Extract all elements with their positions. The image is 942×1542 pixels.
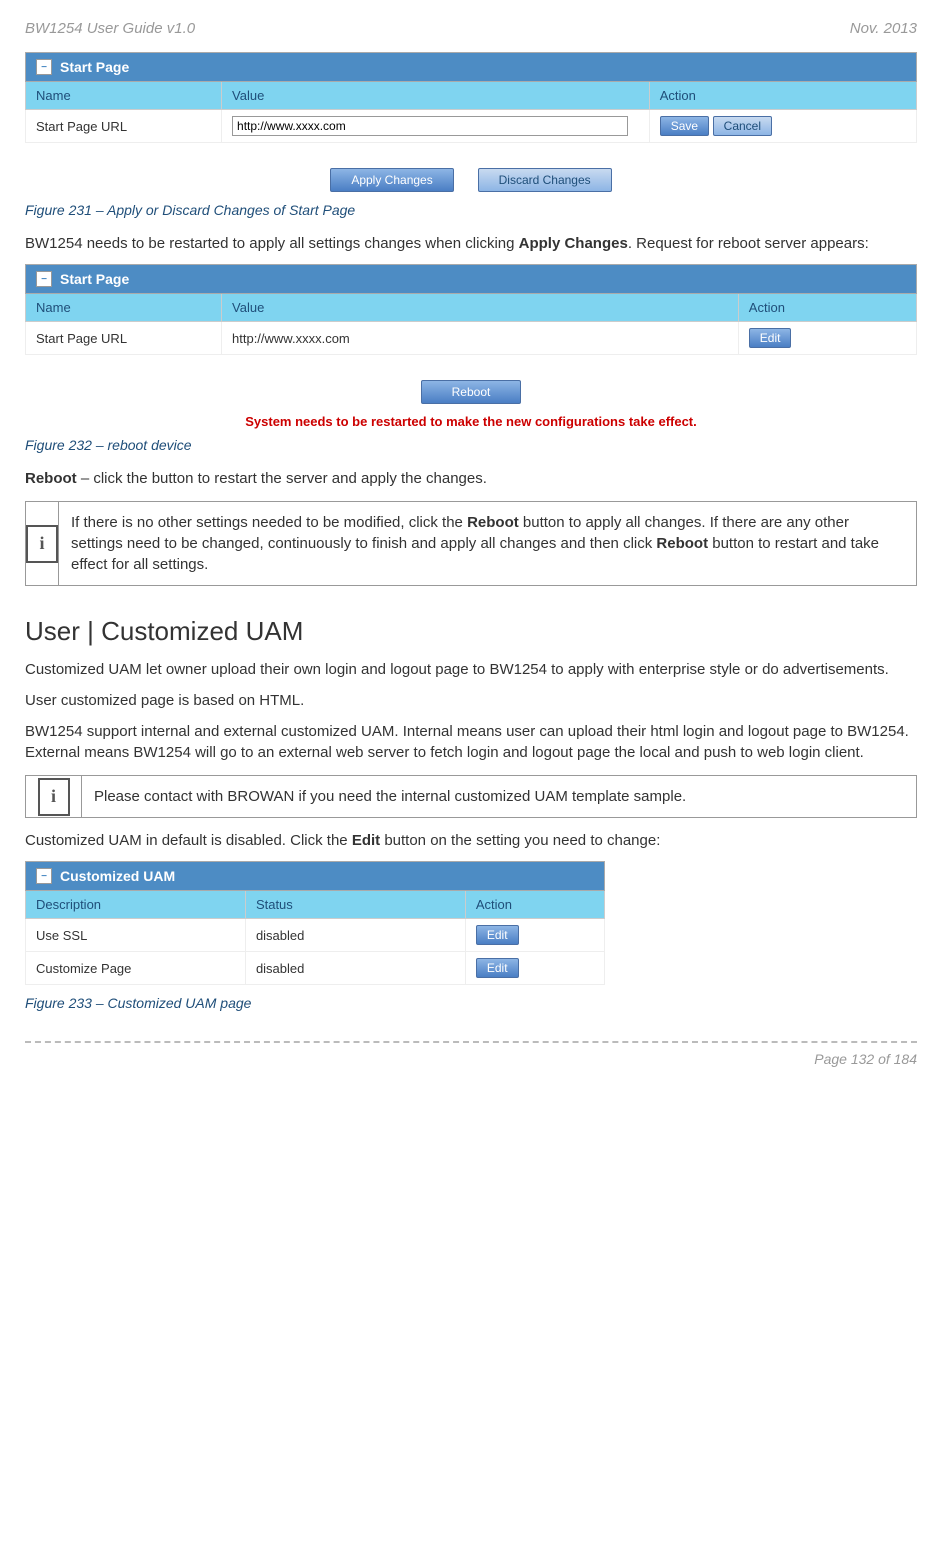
text-bold: Apply Changes — [519, 235, 628, 252]
table-row: Use SSL disabled Edit — [26, 919, 605, 952]
figure-caption-232: Figure 232 – reboot device — [25, 437, 917, 453]
start-page-table-edit: − Start Page Name Value Action Start Pag… — [25, 52, 917, 143]
reboot-notice: System needs to be restarted to make the… — [25, 414, 917, 429]
col-action: Action — [738, 294, 916, 322]
col-value: Value — [222, 82, 650, 110]
paragraph-uam-2: User customized page is based on HTML. — [25, 690, 917, 711]
text-fragment: If there is no other settings needed to … — [71, 514, 467, 531]
save-button[interactable]: Save — [660, 116, 709, 136]
cancel-button[interactable]: Cancel — [713, 116, 772, 136]
col-action: Action — [649, 82, 916, 110]
figure-caption-231: Figure 231 – Apply or Discard Changes of… — [25, 202, 917, 218]
table-row: Customize Page disabled Edit — [26, 952, 605, 985]
paragraph-uam-3: BW1254 support internal and external cus… — [25, 721, 917, 763]
collapse-icon[interactable]: − — [36, 868, 52, 884]
table-title-cell: − Customized UAM — [26, 862, 605, 891]
reboot-button-container: Reboot — [25, 380, 917, 404]
table-title: Customized UAM — [60, 868, 175, 884]
section-heading-uam: User | Customized UAM — [25, 616, 917, 647]
edit-button[interactable]: Edit — [476, 925, 519, 945]
table-row: Start Page URL Save Cancel — [26, 110, 917, 143]
table-title: Start Page — [60, 59, 129, 75]
table-title-cell: − Start Page — [26, 265, 917, 294]
info-icon-cell: i — [26, 776, 82, 817]
row-action-cell: Edit — [465, 952, 604, 985]
info-text: Please contact with BROWAN if you need t… — [82, 776, 698, 817]
paragraph-uam-1: Customized UAM let owner upload their ow… — [25, 659, 917, 680]
figure-caption-233: Figure 233 – Customized UAM page — [25, 995, 917, 1011]
text-fragment: – click the button to restart the server… — [77, 470, 487, 487]
col-status: Status — [245, 891, 465, 919]
row-action-cell: Edit — [738, 322, 916, 355]
start-page-table-view: − Start Page Name Value Action Start Pag… — [25, 264, 917, 355]
info-icon: i — [26, 525, 58, 563]
reboot-button[interactable]: Reboot — [421, 380, 522, 404]
table-title-cell: − Start Page — [26, 53, 917, 82]
col-name: Name — [26, 294, 222, 322]
row-desc: Customize Page — [26, 952, 246, 985]
collapse-icon[interactable]: − — [36, 59, 52, 75]
col-description: Description — [26, 891, 246, 919]
edit-button[interactable]: Edit — [476, 958, 519, 978]
text-bold: Reboot — [656, 535, 708, 552]
text-bold: Reboot — [25, 470, 77, 487]
text-bold: Reboot — [467, 514, 519, 531]
page-header: BW1254 User Guide v1.0 Nov. 2013 — [25, 20, 917, 37]
row-name: Start Page URL — [26, 322, 222, 355]
paragraph-apply-changes: BW1254 needs to be restarted to apply al… — [25, 233, 917, 254]
text-fragment: . Request for reboot server appears: — [628, 235, 869, 252]
table-title: Start Page — [60, 271, 129, 287]
row-value: http://www.xxxx.com — [222, 322, 739, 355]
apply-discard-buttons: Apply Changes Discard Changes — [25, 168, 917, 192]
discard-changes-button[interactable]: Discard Changes — [478, 168, 612, 192]
row-status: disabled — [245, 952, 465, 985]
customized-uam-table: − Customized UAM Description Status Acti… — [25, 861, 605, 985]
row-name: Start Page URL — [26, 110, 222, 143]
row-status: disabled — [245, 919, 465, 952]
row-action-cell: Edit — [465, 919, 604, 952]
text-fragment: BW1254 needs to be restarted to apply al… — [25, 235, 519, 252]
apply-changes-button[interactable]: Apply Changes — [330, 168, 453, 192]
row-value-cell — [222, 110, 650, 143]
col-value: Value — [222, 294, 739, 322]
row-action-cell: Save Cancel — [649, 110, 916, 143]
info-icon-cell: i — [26, 502, 59, 585]
page-number: Page 132 of 184 — [814, 1051, 917, 1067]
page-footer: Page 132 of 184 — [25, 1041, 917, 1067]
start-page-url-input[interactable] — [232, 116, 628, 136]
header-left: BW1254 User Guide v1.0 — [25, 20, 195, 37]
text-fragment: button on the setting you need to change… — [380, 832, 660, 849]
paragraph-edit: Customized UAM in default is disabled. C… — [25, 830, 917, 851]
info-box-browan: i Please contact with BROWAN if you need… — [25, 775, 917, 818]
col-action: Action — [465, 891, 604, 919]
paragraph-reboot: Reboot – click the button to restart the… — [25, 468, 917, 489]
table-row: Start Page URL http://www.xxxx.com Edit — [26, 322, 917, 355]
header-right: Nov. 2013 — [850, 20, 917, 37]
row-desc: Use SSL — [26, 919, 246, 952]
edit-button[interactable]: Edit — [749, 328, 792, 348]
collapse-icon[interactable]: − — [36, 271, 52, 287]
text-bold: Edit — [352, 832, 380, 849]
info-box-reboot: i If there is no other settings needed t… — [25, 501, 917, 586]
info-text: If there is no other settings needed to … — [59, 502, 916, 585]
info-icon: i — [38, 778, 70, 816]
col-name: Name — [26, 82, 222, 110]
text-fragment: Customized UAM in default is disabled. C… — [25, 832, 352, 849]
